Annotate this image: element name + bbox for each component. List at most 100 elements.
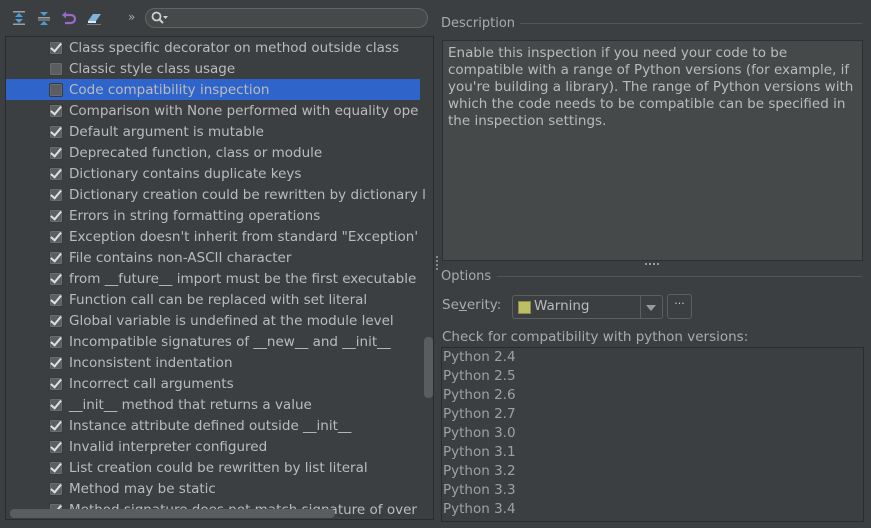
inspection-checkbox[interactable] <box>49 166 63 181</box>
inspection-label: Comparison with None performed with equa… <box>69 102 419 119</box>
vertical-scrollbar[interactable] <box>424 337 433 398</box>
inspection-label: Classic style class usage <box>69 60 236 77</box>
inspection-label: Deprecated function, class or module <box>69 144 323 161</box>
inspection-checkbox[interactable] <box>49 355 63 370</box>
dropdown-separator <box>640 296 641 318</box>
severity-label-mnemonic: v <box>458 297 467 313</box>
python-version-item[interactable]: Python 2.4 <box>443 348 861 367</box>
search-icon[interactable] <box>150 10 170 30</box>
description-resize-handle[interactable] <box>645 263 659 268</box>
inspection-label: Global variable is undefined at the modu… <box>69 312 394 329</box>
splitter-handle[interactable] <box>436 256 441 270</box>
inspection-item[interactable]: Default argument is mutable <box>6 121 420 142</box>
inspection-checkbox[interactable] <box>49 61 63 76</box>
chevron-down-icon[interactable] <box>646 305 656 311</box>
inspection-item[interactable]: File contains non-ASCII character <box>6 247 420 268</box>
inspection-item[interactable]: from __future__ import must be the first… <box>6 268 420 289</box>
inspection-label: Invalid interpreter configured <box>69 438 268 455</box>
inspection-checkbox[interactable] <box>49 397 63 412</box>
eraser-icon[interactable] <box>86 10 102 26</box>
inspection-label: Inconsistent indentation <box>69 354 233 371</box>
severity-label: Severity: <box>442 297 501 313</box>
inspection-checkbox[interactable] <box>49 313 63 328</box>
severity-dropdown[interactable]: Warning <box>512 295 663 319</box>
python-version-item[interactable]: Python 3.2 <box>443 462 861 481</box>
inspection-label: from __future__ import must be the first… <box>69 270 417 287</box>
inspection-item[interactable]: Classic style class usage <box>6 58 420 79</box>
inspection-checkbox[interactable] <box>49 40 63 55</box>
collapse-all-icon[interactable] <box>36 10 52 26</box>
inspection-item[interactable]: Dictionary creation could be rewritten b… <box>6 184 426 205</box>
inspection-checkbox[interactable] <box>49 292 63 307</box>
python-version-item[interactable]: Python 3.1 <box>443 443 861 462</box>
inspection-item[interactable]: Function call can be replaced with set l… <box>6 289 420 310</box>
inspection-item[interactable]: Class specific decorator on method outsi… <box>6 37 420 58</box>
severity-label-part: Se <box>442 297 459 313</box>
inspection-item[interactable]: Dictionary contains duplicate keys <box>6 163 420 184</box>
severity-color-swatch <box>518 301 531 314</box>
inspection-label: Instance attribute defined outside __ini… <box>69 417 352 434</box>
edit-severities-button[interactable]: ··· <box>667 294 692 319</box>
description-title: Description <box>441 16 516 31</box>
inspection-checkbox[interactable] <box>49 208 63 223</box>
inspection-item[interactable]: Deprecated function, class or module <box>6 142 420 163</box>
inspection-label: Incompatible signatures of __new__ and _… <box>69 333 391 350</box>
inspection-item[interactable]: Errors in string formatting operations <box>6 205 420 226</box>
inspection-item[interactable]: Incorrect call arguments <box>6 373 420 394</box>
search-input[interactable] <box>145 8 428 28</box>
inspection-item[interactable]: Inconsistent indentation <box>6 352 420 373</box>
python-versions-list[interactable]: Python 2.4 Python 2.5 Python 2.6 Python 2.7… <box>441 347 864 522</box>
inspection-checkbox[interactable] <box>49 250 63 265</box>
inspection-checkbox[interactable] <box>49 418 63 433</box>
options-divider <box>497 276 862 277</box>
reset-icon[interactable] <box>61 10 77 26</box>
inspection-label: Incorrect call arguments <box>69 375 234 392</box>
toolbar: » <box>0 0 435 36</box>
description-divider <box>520 23 862 24</box>
inspection-label: Errors in string formatting operations <box>69 207 321 224</box>
expand-all-icon[interactable] <box>11 10 27 26</box>
inspection-checkbox[interactable] <box>49 145 63 160</box>
inspection-checkbox[interactable] <box>49 187 63 202</box>
inspection-checkbox[interactable] <box>49 439 63 454</box>
inspection-checkbox[interactable] <box>49 460 63 475</box>
inspection-checkbox[interactable] <box>49 271 63 286</box>
inspection-item[interactable]: Instance attribute defined outside __ini… <box>6 415 420 436</box>
inspection-label: Code compatibility inspection <box>69 81 270 98</box>
inspection-tree[interactable]: Class specific decorator on method outsi… <box>5 36 434 520</box>
python-version-item[interactable]: Python 3.0 <box>443 424 861 443</box>
inspection-label: Dictionary creation could be rewritten b… <box>69 186 426 203</box>
inspection-checkbox[interactable] <box>49 334 63 349</box>
inspection-label: __init__ method that returns a value <box>69 396 312 413</box>
inspection-checkbox[interactable] <box>49 481 63 496</box>
options-title: Options <box>441 269 492 284</box>
inspection-checkbox[interactable] <box>49 124 63 139</box>
inspection-item[interactable]: Code compatibility inspection <box>6 79 420 100</box>
inspection-label: List creation could be rewritten by list… <box>69 459 368 476</box>
python-version-item[interactable]: Python 2.5 <box>443 367 861 386</box>
inspection-item[interactable]: List creation could be rewritten by list… <box>6 457 420 478</box>
inspection-label: Dictionary contains duplicate keys <box>69 165 302 182</box>
inspection-item[interactable]: Global variable is undefined at the modu… <box>6 310 420 331</box>
python-version-item[interactable]: Python 3.3 <box>443 481 861 500</box>
inspection-item[interactable]: Comparison with None performed with equa… <box>6 100 420 121</box>
horizontal-scrollbar[interactable] <box>10 509 335 518</box>
inspection-item[interactable]: __init__ method that returns a value <box>6 394 420 415</box>
inspection-item[interactable]: Method may be static <box>6 478 420 499</box>
inspection-item[interactable]: Exception doesn't inherit from standard … <box>6 226 420 247</box>
inspection-label: Function call can be replaced with set l… <box>69 291 368 308</box>
inspection-checkbox[interactable] <box>49 82 63 97</box>
more-toolbar-button[interactable]: » <box>128 10 135 24</box>
inspection-checkbox[interactable] <box>49 229 63 244</box>
description-text: Enable this inspection if you need your … <box>442 40 863 261</box>
severity-label-part: erity: <box>466 297 502 313</box>
python-version-item[interactable]: Python 3.4 <box>443 500 861 519</box>
inspection-item[interactable]: Invalid interpreter configured <box>6 436 420 457</box>
inspection-item[interactable]: Incompatible signatures of __new__ and _… <box>6 331 420 352</box>
inspection-label: Exception doesn't inherit from standard … <box>69 228 419 245</box>
inspection-checkbox[interactable] <box>49 103 63 118</box>
python-version-item[interactable]: Python 2.7 <box>443 405 861 424</box>
inspection-label: Method may be static <box>69 480 216 497</box>
python-version-item[interactable]: Python 2.6 <box>443 386 861 405</box>
inspection-checkbox[interactable] <box>49 376 63 391</box>
